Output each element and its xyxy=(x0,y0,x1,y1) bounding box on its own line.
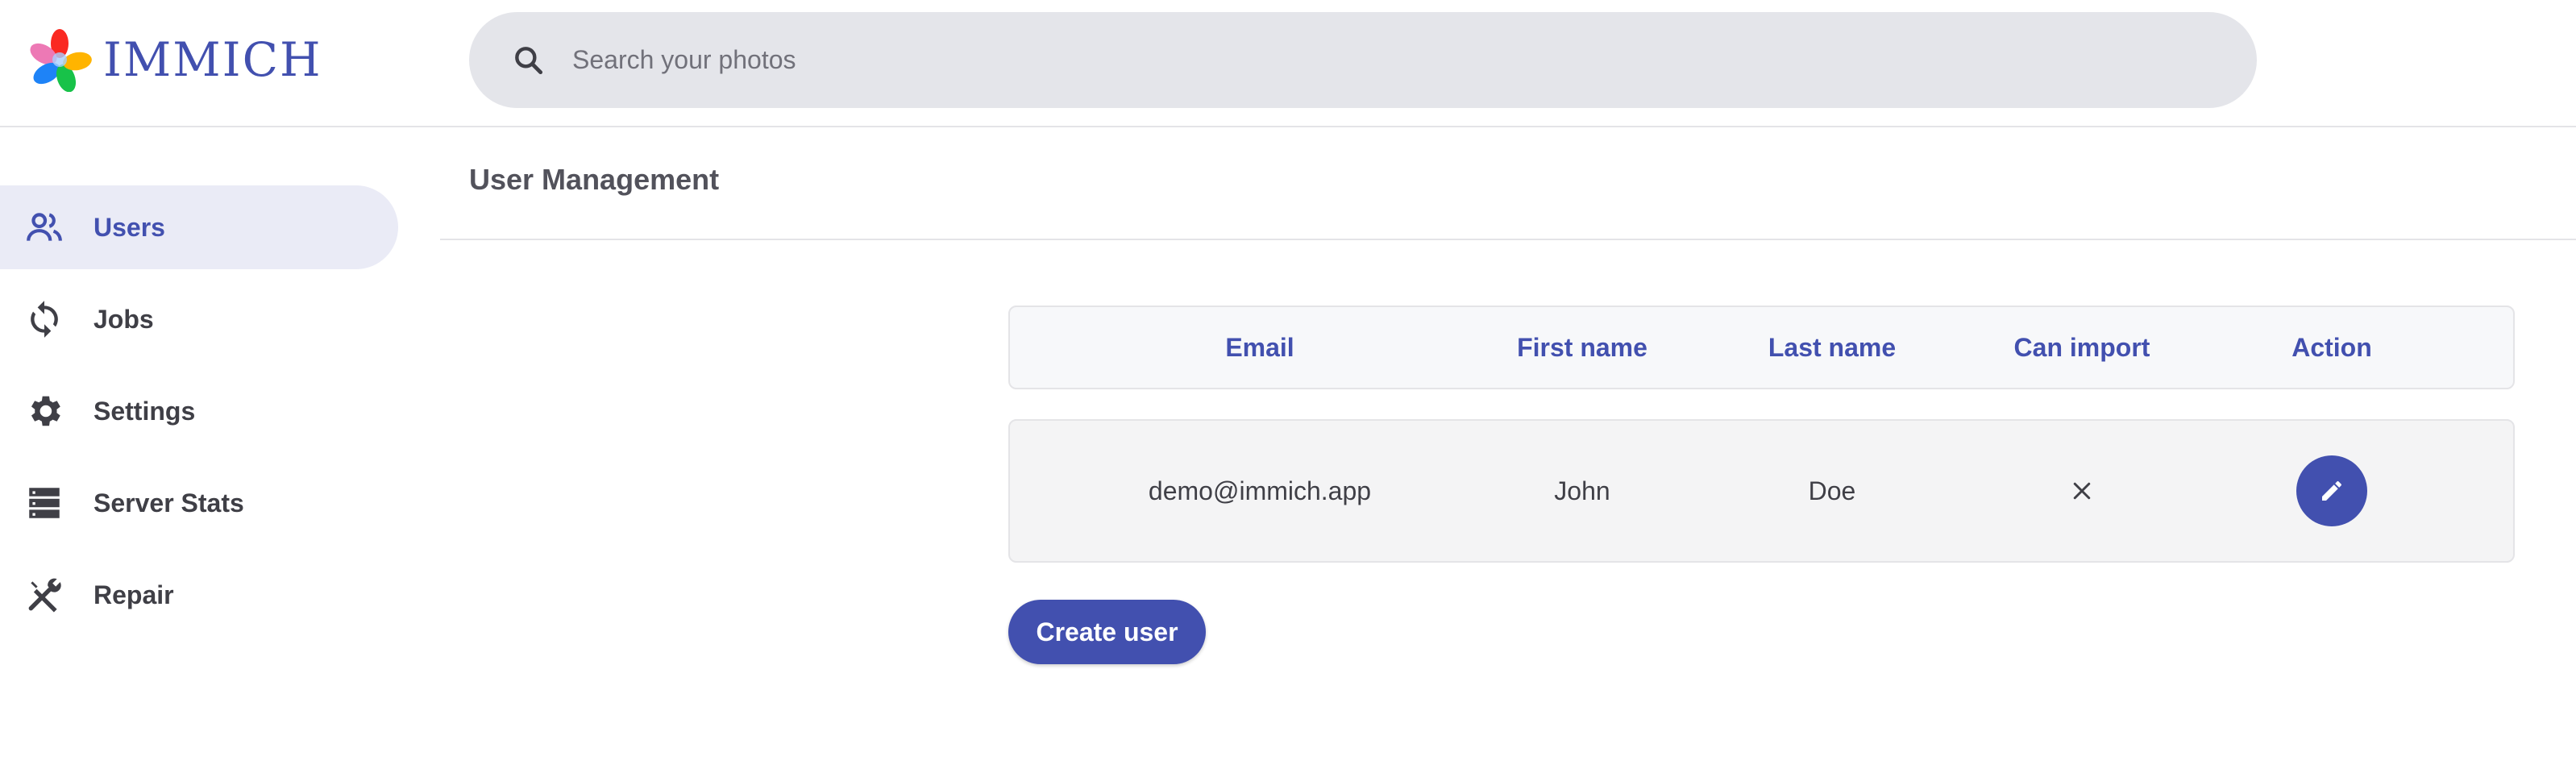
sidebar-item-users[interactable]: Users xyxy=(0,185,398,269)
pencil-icon xyxy=(2322,480,2341,501)
users-icon xyxy=(27,213,62,241)
sidebar: Users Jobs Settings Server Stats Repair xyxy=(0,185,403,645)
column-header-action: Action xyxy=(2291,332,2372,362)
sidebar-item-label: Repair xyxy=(93,580,174,609)
column-header-last-name: Last name xyxy=(1768,332,1897,362)
divider xyxy=(440,239,2576,240)
user-email: demo@immich.app xyxy=(1148,476,1372,505)
search-icon xyxy=(515,46,543,74)
sidebar-item-label: Server Stats xyxy=(93,488,244,518)
column-header-email: Email xyxy=(1225,332,1294,362)
sidebar-item-repair[interactable]: Repair xyxy=(0,553,398,637)
can-import-cell xyxy=(1961,421,2203,561)
user-last-name: Doe xyxy=(1808,476,1856,505)
server-icon xyxy=(29,488,60,518)
sidebar-item-label: Jobs xyxy=(93,304,154,334)
page-title: User Management xyxy=(469,163,720,196)
column-header-can-import: Can import xyxy=(2013,332,2150,362)
table-header: Email First name Last name Can import Ac… xyxy=(1008,306,2515,389)
immich-logo-icon xyxy=(30,29,92,92)
user-first-name: John xyxy=(1554,476,1610,505)
table-row: demo@immich.app John Doe xyxy=(1008,419,2515,563)
top-bar: IMMICH Search your photos xyxy=(0,0,2576,127)
app-name: IMMICH xyxy=(103,32,322,87)
column-header-first-name: First name xyxy=(1517,332,1647,362)
sidebar-item-settings[interactable]: Settings xyxy=(0,369,398,453)
sidebar-item-label: Settings xyxy=(93,396,196,426)
close-icon xyxy=(2073,482,2091,500)
app-logo[interactable]: IMMICH xyxy=(27,27,322,92)
edit-user-button[interactable] xyxy=(2296,455,2367,526)
sidebar-item-server-stats[interactable]: Server Stats xyxy=(0,461,398,545)
search-input[interactable]: Search your photos xyxy=(572,45,796,75)
gear-icon xyxy=(31,396,60,426)
tools-icon xyxy=(28,578,61,613)
sidebar-item-jobs[interactable]: Jobs xyxy=(0,277,398,361)
action-cell xyxy=(2211,421,2453,561)
sidebar-item-label: Users xyxy=(93,212,165,242)
search-bar[interactable]: Search your photos xyxy=(469,12,2257,108)
sync-icon xyxy=(31,301,58,338)
create-user-button[interactable]: Create user xyxy=(1008,600,1206,664)
